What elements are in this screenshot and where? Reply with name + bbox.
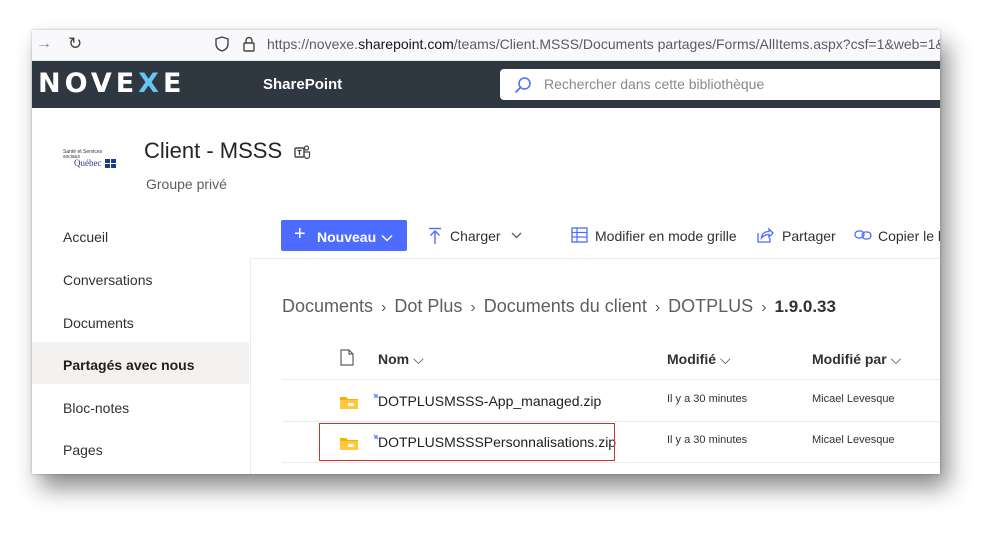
- nav-item-bloc-notes[interactable]: Bloc-notes: [32, 385, 249, 427]
- new-button[interactable]: + Nouveau: [281, 220, 407, 251]
- breadcrumb-item-client-documents[interactable]: Documents du client: [484, 296, 647, 316]
- share-label: Partager: [782, 228, 836, 244]
- forward-icon[interactable]: →: [36, 35, 52, 53]
- share-icon: [757, 227, 774, 243]
- url-domain: sharepoint.com: [358, 36, 454, 52]
- logo-text-2: E: [163, 68, 186, 99]
- zip-folder-icon: [340, 395, 358, 414]
- grid-icon: [571, 227, 588, 243]
- nav-item-label: Pages: [63, 442, 103, 458]
- logo-text-x: X: [138, 68, 163, 99]
- chevron-right-icon: ›: [470, 299, 476, 316]
- plus-icon: +: [294, 223, 306, 245]
- logo-text-1: NOVE: [38, 68, 139, 99]
- nav-item-label: Accueil: [63, 229, 109, 245]
- file-modified: Il y a 30 minutes: [667, 434, 748, 446]
- site-header: Santé et Services sociaux Québec Client …: [32, 108, 940, 215]
- site-logo-name: Québec: [74, 158, 102, 168]
- shield-icon[interactable]: [215, 36, 229, 57]
- nav-item-label: Documents: [63, 315, 134, 331]
- search-box[interactable]: [500, 69, 940, 100]
- nav-item-label: Partagés avec nous: [63, 357, 195, 373]
- teams-icon[interactable]: [294, 145, 311, 165]
- breadcrumb-item-dotplus[interactable]: DOTPLUS: [668, 296, 753, 316]
- site-subtitle: Groupe privé: [146, 176, 227, 192]
- file-modified-by[interactable]: Micael Levesque: [812, 393, 895, 405]
- screenshot-frame: → ↻ https://novexe.sharepoint.com/teams/…: [32, 30, 940, 474]
- search-input[interactable]: [542, 75, 926, 93]
- breadcrumb: Documents › Dot Plus › Documents du client › D…: [282, 296, 836, 317]
- upload-label: Charger: [450, 228, 501, 244]
- reload-icon[interactable]: ↻: [68, 34, 82, 54]
- chevron-down-icon: ⌵: [720, 351, 731, 367]
- file-modified: Il y a 30 minutes: [667, 393, 748, 405]
- site-logo[interactable]: Santé et Services sociaux Québec: [62, 150, 124, 172]
- file-type-icon[interactable]: [340, 349, 354, 369]
- grid-edit-label: Modifier en mode grille: [595, 228, 737, 244]
- copy-link-button[interactable]: Copier le lien: [854, 228, 940, 244]
- novexe-logo[interactable]: NOVEXE: [38, 70, 185, 97]
- site-title[interactable]: Client - MSSS: [144, 138, 282, 164]
- file-name[interactable]: DOTPLUSMSSS-App_managed.zip: [378, 393, 601, 409]
- nav-item-partages-avec-nous[interactable]: Partagés avec nous: [32, 342, 249, 384]
- file-modified-by[interactable]: Micael Levesque: [812, 434, 895, 446]
- breadcrumb-current: 1.9.0.33: [774, 297, 836, 316]
- chevron-down-icon: ⌵: [413, 351, 424, 367]
- nav-item-documents[interactable]: Documents: [32, 300, 249, 342]
- url-prefix: https://novexe.: [267, 36, 359, 52]
- list-header: Nom ⌵ Modifié ⌵ Modifié par ⌵: [282, 341, 940, 380]
- grid-edit-button[interactable]: Modifier en mode grille: [571, 227, 737, 244]
- app-name[interactable]: SharePoint: [263, 76, 342, 93]
- address-bar[interactable]: https://novexe.sharepoint.com/teams/Clie…: [267, 36, 940, 52]
- column-header-modified[interactable]: Modifié ⌵: [667, 351, 731, 368]
- table-row[interactable]: DOTPLUSMSSS-App_managed.zip Il y a 30 mi…: [282, 380, 940, 422]
- column-modified-by-label: Modifié par: [812, 351, 887, 367]
- column-name-label: Nom: [378, 351, 410, 367]
- highlight-box: [319, 423, 615, 461]
- chevron-right-icon: ›: [761, 299, 767, 316]
- breadcrumb-item-dot-plus[interactable]: Dot Plus: [394, 296, 462, 316]
- column-modified-label: Modifié: [667, 351, 716, 367]
- fleur-de-lys-icon: [105, 159, 116, 168]
- left-navigation: Accueil Conversations Documents Partagés…: [32, 214, 251, 474]
- new-button-label: Nouveau: [317, 229, 377, 245]
- upload-button[interactable]: Charger: [428, 227, 522, 244]
- chevron-down-icon: [512, 232, 522, 239]
- nav-item-pages[interactable]: Pages: [32, 427, 249, 469]
- column-header-name[interactable]: Nom ⌵: [378, 351, 424, 368]
- nav-item-label: Conversations: [63, 272, 153, 288]
- nav-item-conversations[interactable]: Conversations: [32, 257, 249, 299]
- upload-icon: [429, 227, 441, 244]
- chevron-right-icon: ›: [381, 299, 387, 316]
- command-bar: + Nouveau Charger Modifier en mode grill…: [250, 214, 940, 259]
- breadcrumb-item-documents[interactable]: Documents: [282, 296, 373, 316]
- suite-bar: NOVEXE SharePoint: [32, 61, 940, 108]
- chevron-down-icon: ⌵: [890, 351, 902, 367]
- browser-toolbar: → ↻ https://novexe.sharepoint.com/teams/…: [32, 30, 940, 61]
- url-path: /teams/Client.MSSS/Documents partages/Fo…: [453, 36, 940, 52]
- lock-icon[interactable]: [243, 36, 255, 57]
- share-button[interactable]: Partager: [757, 227, 836, 244]
- chevron-down-icon: [381, 229, 393, 245]
- nav-item-accueil[interactable]: Accueil: [32, 214, 249, 256]
- search-icon: [514, 76, 532, 99]
- nav-item-label: Bloc-notes: [63, 400, 130, 416]
- column-header-modified-by[interactable]: Modifié par ⌵: [812, 351, 901, 368]
- chevron-right-icon: ›: [654, 299, 661, 316]
- link-icon: [854, 230, 872, 240]
- copy-link-label: Copier le lien: [878, 228, 940, 244]
